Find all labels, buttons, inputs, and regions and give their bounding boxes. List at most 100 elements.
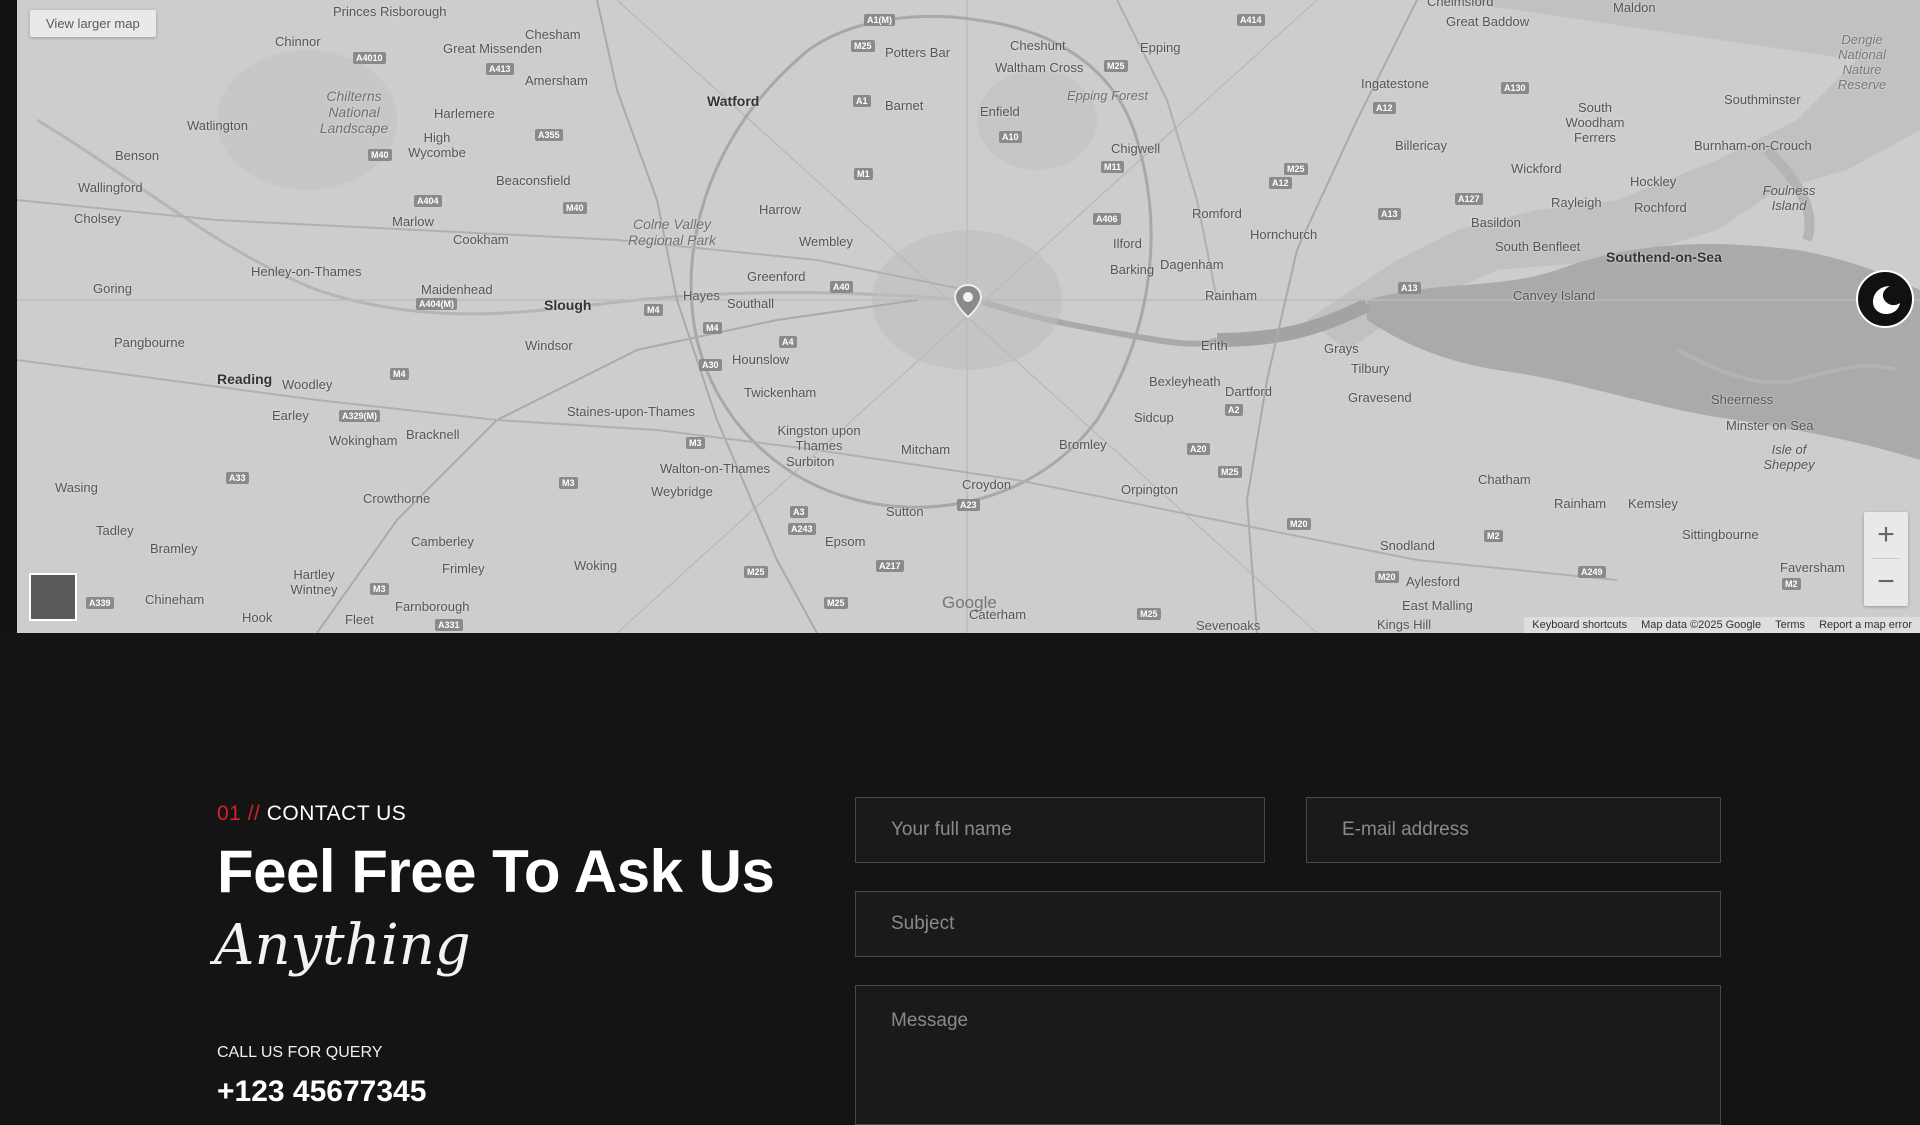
map-place-label: Marlow: [392, 214, 434, 229]
map-road-label: A13: [1378, 208, 1401, 220]
map-place-label: Sutton: [886, 504, 924, 519]
map-place-label: Kemsley: [1628, 496, 1678, 511]
map-place-label: Maldon: [1613, 0, 1656, 15]
map-road-label: A33: [226, 472, 249, 484]
map-place-label: Harlemere: [434, 106, 495, 121]
map-place-label: Bexleyheath: [1149, 374, 1221, 389]
full-name-input[interactable]: [855, 797, 1265, 863]
map-place-label: Twickenham: [744, 385, 817, 400]
map-place-label: Cheshunt: [1010, 38, 1066, 53]
map-place-label: Great Missenden: [443, 41, 542, 56]
phone-number[interactable]: +123 45677345: [217, 1075, 426, 1109]
map-place-label: Watlington: [187, 118, 248, 133]
location-pin-icon[interactable]: [953, 284, 983, 318]
section-label: CONTACT US: [266, 802, 407, 825]
map-place-label: Chinnor: [275, 34, 321, 49]
map-road-label: A331: [435, 619, 463, 631]
terms-link[interactable]: Terms: [1775, 619, 1805, 631]
map-place-label: Cholsey: [74, 211, 121, 226]
map-place-label: Billericay: [1395, 138, 1448, 153]
map-road-label: A10: [999, 131, 1022, 143]
embedded-map[interactable]: View larger map Chinnor Princes Risborou…: [17, 0, 1920, 633]
zoom-out-button[interactable]: −: [1864, 559, 1908, 605]
map-place-label: Gravesend: [1348, 390, 1412, 405]
map-place-label: Chilterns National Landscape: [319, 88, 389, 136]
map-road-label: A1: [853, 95, 871, 107]
map-road-label: A404: [414, 195, 442, 207]
section-eyebrow: 01 // CONTACT US: [217, 802, 406, 826]
message-textarea[interactable]: [855, 985, 1721, 1125]
map-place-label: Hook: [242, 610, 273, 625]
map-place-label: Watford: [707, 93, 760, 109]
map-road-label: A23: [957, 499, 980, 511]
map-place-label: Earley: [272, 408, 309, 423]
map-road-label: A40: [830, 281, 853, 293]
map-road-label: A13: [1398, 282, 1421, 294]
map-road-label: A4: [779, 336, 797, 348]
map-place-label: Canvey Island: [1513, 288, 1596, 303]
map-place-label: Beaconsfield: [496, 173, 571, 188]
map-road-label: M25: [824, 597, 848, 609]
map-road-label: A339: [86, 597, 114, 609]
map-place-label: Mitcham: [901, 442, 951, 457]
map-place-label: Ingatestone: [1361, 76, 1429, 91]
map-attribution-bar: Keyboard shortcuts Map data ©2025 Google…: [1524, 617, 1920, 633]
map-place-label: Barnet: [885, 98, 924, 113]
map-place-label: Rayleigh: [1551, 195, 1602, 210]
map-road-label: A4010: [353, 52, 386, 64]
subject-input[interactable]: [855, 891, 1721, 957]
map-road-label: A12: [1373, 102, 1396, 114]
map-place-label: Kingston upon Thames: [777, 423, 861, 453]
map-road-label: A3: [790, 506, 808, 518]
contact-heading-italic: Anything: [214, 913, 471, 978]
map-place-label: Camberley: [411, 534, 474, 549]
map-place-label: Southend-on-Sea: [1606, 249, 1722, 265]
map-place-label: Hayes: [683, 288, 720, 303]
map-place-label: Epping: [1140, 40, 1181, 55]
map-place-label: Dartford: [1225, 384, 1272, 399]
map-place-label: Reading: [217, 371, 273, 387]
map-road-label: M4: [390, 368, 409, 380]
map-place-label: Hockley: [1630, 174, 1677, 189]
page-edge-strip: [0, 0, 17, 633]
map-road-label: A413: [486, 63, 514, 75]
map-place-label: Faversham: [1780, 560, 1846, 575]
email-input[interactable]: [1306, 797, 1721, 863]
map-road-label: A130: [1501, 82, 1529, 94]
map-place-label: Orpington: [1121, 482, 1179, 497]
map-road-label: M25: [1137, 608, 1161, 620]
map-place-label: Weybridge: [651, 484, 713, 499]
moon-icon[interactable]: [1856, 270, 1914, 328]
map-road-label: M25: [1104, 60, 1128, 72]
map-place-label: Snodland: [1380, 538, 1435, 553]
map-road-label: A243: [788, 523, 816, 535]
map-road-label: A355: [535, 129, 563, 141]
map-place-label: South Woodham Ferrers: [1565, 100, 1625, 145]
moon-glyph: [1873, 286, 1900, 314]
map-place-label: Farnborough: [395, 599, 470, 614]
map-place-label: Henley-on-Thames: [251, 264, 362, 279]
map-road-label: M4: [703, 322, 722, 334]
map-place-label: Windsor: [525, 338, 573, 353]
zoom-in-button[interactable]: +: [1864, 512, 1908, 558]
map-road-label: M1: [854, 168, 873, 180]
keyboard-shortcuts-link[interactable]: Keyboard shortcuts: [1532, 619, 1627, 631]
map-place-label: Erith: [1201, 338, 1228, 353]
map-place-label: Isle of Sheppey: [1763, 442, 1815, 472]
map-type-toggle[interactable]: [29, 573, 77, 621]
map-place-label: Surbiton: [786, 454, 835, 469]
map-place-label: Wembley: [799, 234, 853, 249]
map-place-label: Greenford: [747, 269, 806, 284]
report-map-error-link[interactable]: Report a map error: [1819, 619, 1912, 631]
map-place-label: Ilford: [1113, 236, 1142, 251]
map-place-label: Staines-upon-Thames: [567, 404, 695, 419]
map-place-label: Colne Valley Regional Park: [628, 216, 716, 248]
contact-section: 01 // CONTACT US Feel Free To Ask Us Any…: [0, 633, 1920, 1125]
map-road-label: M25: [744, 566, 768, 578]
call-query-label: CALL US FOR QUERY: [217, 1044, 383, 1061]
map-place-label: Woodley: [282, 377, 333, 392]
view-larger-map-link[interactable]: View larger map: [30, 10, 156, 37]
map-place-label: High Wycombe: [408, 130, 466, 160]
map-road-label: A2: [1225, 404, 1243, 416]
map-place-label: Wokingham: [329, 433, 398, 448]
